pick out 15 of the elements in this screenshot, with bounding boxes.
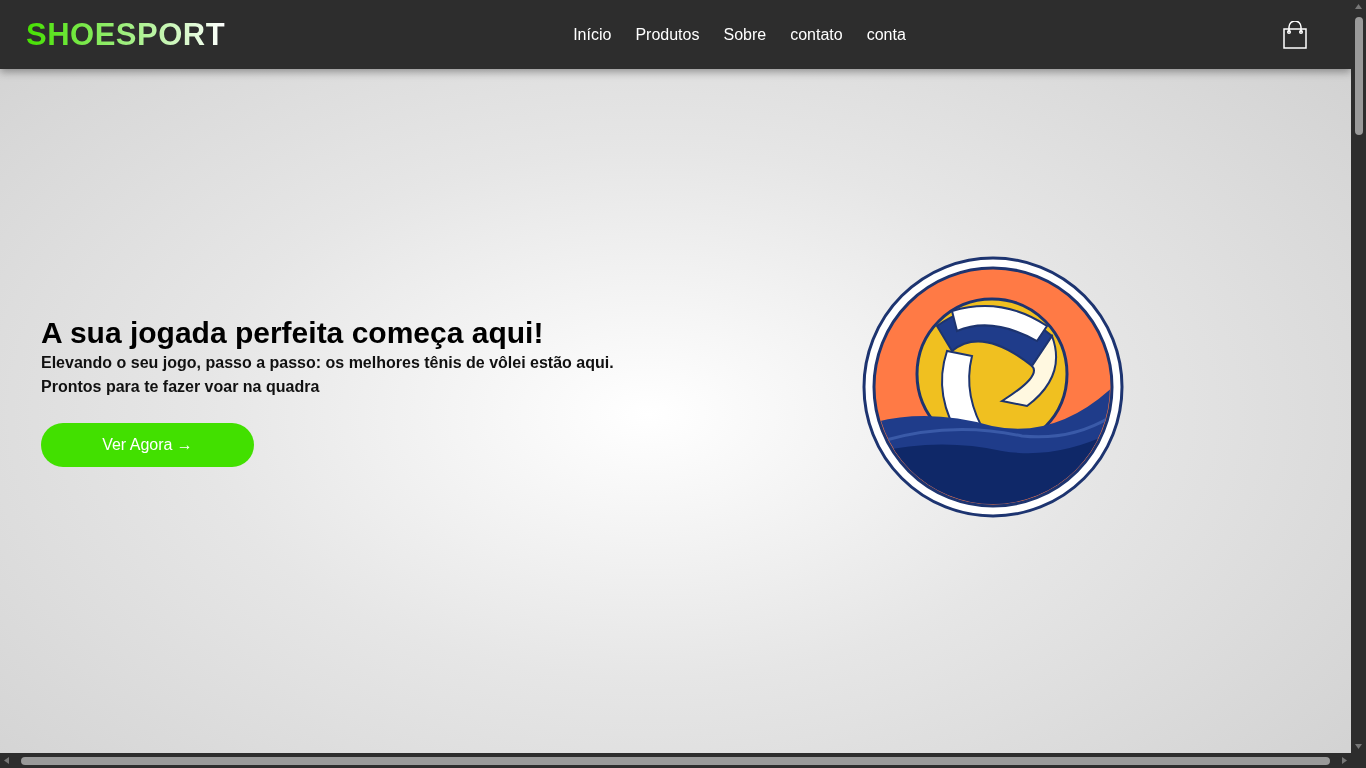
nav-link[interactable]: contato [790, 25, 843, 44]
nav-link[interactable]: conta [866, 25, 906, 44]
hero-subtitle: Prontos para te fazer voar na quadra [41, 377, 321, 397]
scroll-down-icon[interactable] [1354, 742, 1363, 751]
scrollbar-thumb[interactable] [21, 756, 1330, 765]
scroll-up-icon[interactable] [1354, 2, 1363, 11]
hero-subtitle: Elevando o seu jogo, passo a passo: os melhores tênis de vôlei estão aqui. [41, 353, 615, 373]
nav-link[interactable]: Início [573, 25, 612, 44]
nav-link[interactable]: Sobre [723, 25, 767, 44]
scroll-left-icon[interactable] [2, 756, 11, 765]
shopping-bag-icon[interactable] [1283, 20, 1307, 49]
hero-title: A sua jogada perfeita começa aqui! [41, 315, 545, 351]
nav-link[interactable]: Produtos [635, 25, 700, 44]
scrollbar-thumb[interactable] [1354, 17, 1363, 135]
scroll-right-icon[interactable] [1340, 756, 1349, 765]
